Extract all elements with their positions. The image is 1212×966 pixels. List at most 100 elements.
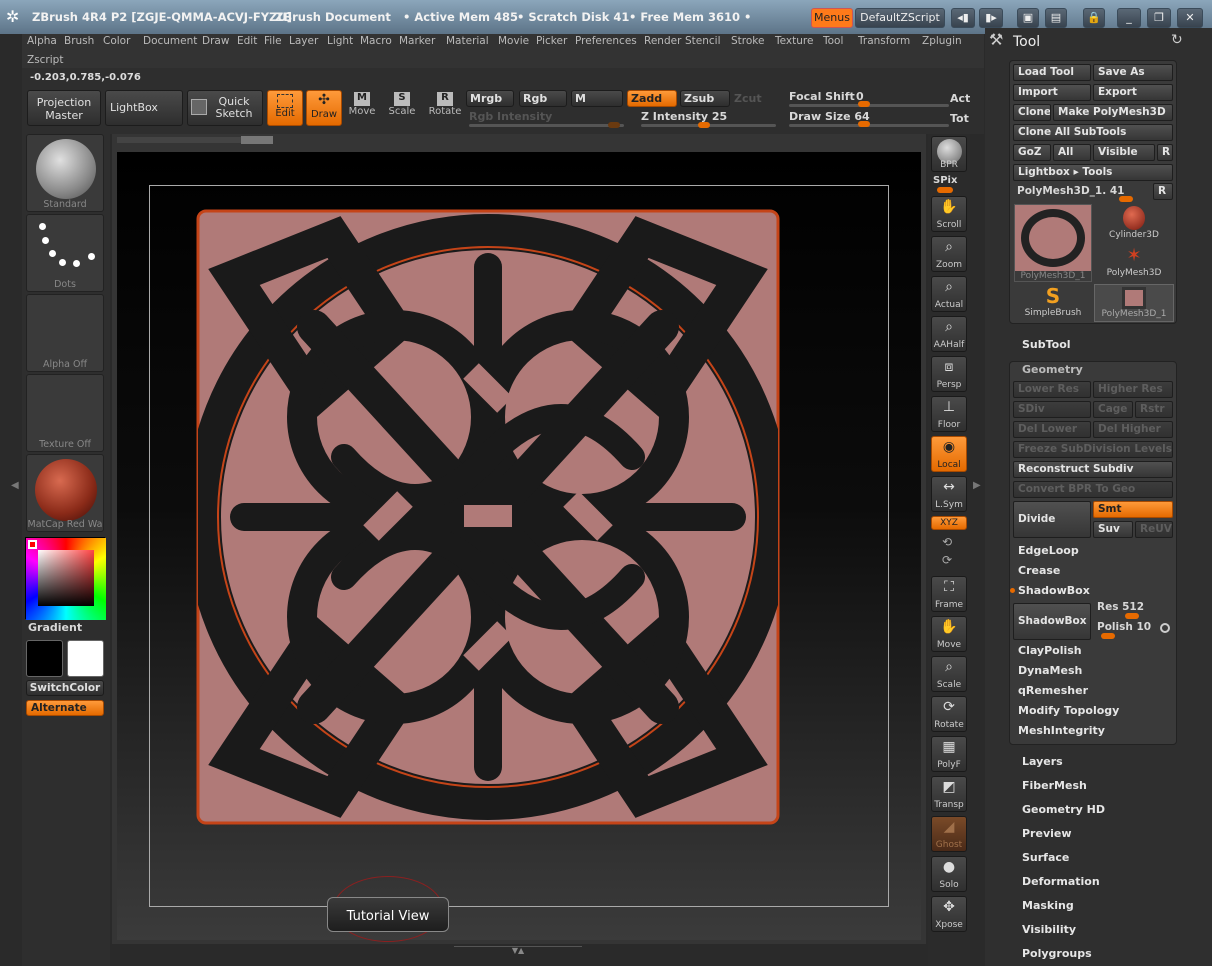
layout-icon-b[interactable]: ▤ xyxy=(1045,8,1067,28)
load-tool-button[interactable]: Load Tool xyxy=(1013,64,1091,81)
tool-thumb-polymesh[interactable]: ✶ PolyMesh3D xyxy=(1094,244,1174,282)
tool-thumb-polymesh-active[interactable]: PolyMesh3D_1 xyxy=(1014,204,1092,282)
meshintegrity-section[interactable]: MeshIntegrity xyxy=(1018,724,1105,737)
menu-material[interactable]: Material xyxy=(446,35,489,47)
res-slider[interactable]: Res 512 xyxy=(1097,601,1144,613)
import-button[interactable]: Import xyxy=(1013,84,1091,101)
polygroups-section[interactable]: Polygroups xyxy=(1022,947,1092,960)
visibility-section[interactable]: Visibility xyxy=(1022,923,1076,936)
menu-texture[interactable]: Texture xyxy=(775,35,813,47)
scale-button[interactable]: S Scale xyxy=(387,92,417,126)
menu-layer[interactable]: Layer xyxy=(289,35,318,47)
modify-topology-section[interactable]: Modify Topology xyxy=(1018,704,1119,717)
z-intensity-slider[interactable]: Z Intensity 25 xyxy=(641,110,727,123)
goz-all-button[interactable]: All xyxy=(1053,144,1091,161)
menu-transform[interactable]: Transform xyxy=(858,35,910,47)
brush-thumbnail[interactable]: Standard xyxy=(26,134,104,212)
crease-section[interactable]: Crease xyxy=(1018,564,1060,577)
menu-movie[interactable]: Movie xyxy=(498,35,529,47)
maximize-icon[interactable]: ❐ xyxy=(1147,8,1171,28)
left-tray-collapse-icon[interactable]: ◀ xyxy=(11,480,19,491)
projection-master-button[interactable]: Projection Master xyxy=(27,90,101,126)
celtic-knot-model[interactable] xyxy=(194,207,782,827)
claypolish-section[interactable]: ClayPolish xyxy=(1018,644,1082,657)
local-button[interactable]: ◉ Local xyxy=(931,436,967,472)
dynamesh-section[interactable]: DynaMesh xyxy=(1018,664,1082,677)
smt-toggle[interactable]: Smt xyxy=(1093,501,1173,518)
goz-button[interactable]: GoZ xyxy=(1013,144,1051,161)
rotate-button[interactable]: R Rotate xyxy=(427,92,463,126)
zsub-button[interactable]: Zsub xyxy=(680,90,730,107)
polish-slider[interactable]: Polish 10 xyxy=(1097,621,1151,633)
fibermesh-section[interactable]: FiberMesh xyxy=(1022,779,1087,792)
tool-thumb-cylinder[interactable]: Cylinder3D xyxy=(1094,204,1174,242)
menu-stroke[interactable]: Stroke xyxy=(731,35,764,47)
tutorial-view-button[interactable]: Tutorial View xyxy=(327,897,449,932)
rgb-intensity-track[interactable] xyxy=(469,124,624,127)
bottom-tray-toggle-icon[interactable]: ▼▲ xyxy=(454,946,582,955)
menu-tool[interactable]: Tool xyxy=(823,35,843,47)
clone-button[interactable]: Clone xyxy=(1013,104,1051,121)
menu-picker[interactable]: Picker xyxy=(536,35,567,47)
masking-section[interactable]: Masking xyxy=(1022,899,1074,912)
scroll-right-icon[interactable]: ▮▸ xyxy=(979,8,1003,28)
geometry-section[interactable]: Geometry xyxy=(1022,363,1083,376)
menu-file[interactable]: File xyxy=(264,35,282,47)
higher-res-button[interactable]: Higher Res xyxy=(1093,381,1173,398)
lock-icon[interactable]: 🔒 xyxy=(1083,8,1105,28)
gradient-label[interactable]: Gradient xyxy=(28,621,82,634)
menu-macro[interactable]: Macro xyxy=(360,35,392,47)
move-view-button[interactable]: ✋ Move xyxy=(931,616,967,652)
zoom-button[interactable]: ⌕ Zoom xyxy=(931,236,967,272)
menu-marker[interactable]: Marker xyxy=(399,35,435,47)
bpr-button[interactable]: BPR xyxy=(931,136,967,172)
draw-button[interactable]: ✣ Draw xyxy=(306,90,342,126)
reconstruct-subdiv-button[interactable]: Reconstruct Subdiv xyxy=(1013,461,1173,478)
document-canvas[interactable] xyxy=(117,152,921,940)
current-tool-knob[interactable] xyxy=(1119,196,1133,202)
qremesher-section[interactable]: qRemesher xyxy=(1018,684,1088,697)
xpose-button[interactable]: ✥ Xpose xyxy=(931,896,967,932)
transp-button[interactable]: ◩ Transp xyxy=(931,776,967,812)
lightbox-tools-button[interactable]: Lightbox ▸ Tools xyxy=(1013,164,1173,181)
texture-thumbnail[interactable]: Texture Off xyxy=(26,374,104,452)
cage-button[interactable]: Cage xyxy=(1093,401,1133,418)
rotate-z-icon[interactable]: ⟳ xyxy=(942,553,952,567)
alpha-thumbnail[interactable]: Alpha Off xyxy=(26,294,104,372)
menu-zplugin[interactable]: Zplugin xyxy=(922,35,962,47)
rotate-view-button[interactable]: ⟳ Rotate xyxy=(931,696,967,732)
current-tool-slider[interactable]: PolyMesh3D_1. 41 xyxy=(1017,185,1124,197)
convert-bpr-button[interactable]: Convert BPR To Geo xyxy=(1013,481,1173,498)
right-tray-collapse-icon[interactable]: ▶ xyxy=(973,480,981,491)
menu-document[interactable]: Document xyxy=(143,35,197,47)
rgb-intensity-slider[interactable]: Rgb Intensity xyxy=(469,110,552,123)
shadowbox-section[interactable]: ShadowBox xyxy=(1018,584,1090,597)
freeze-subdivision-button[interactable]: Freeze SubDivision Levels xyxy=(1013,441,1173,458)
switchcolor-button[interactable]: SwitchColor xyxy=(26,680,104,696)
del-higher-button[interactable]: Del Higher xyxy=(1093,421,1173,438)
clone-all-subtools-button[interactable]: Clone All SubTools xyxy=(1013,124,1173,141)
reuv-button[interactable]: ReUV xyxy=(1135,521,1173,538)
menu-alpha[interactable]: Alpha xyxy=(27,35,57,47)
edit-button[interactable]: Edit xyxy=(267,90,303,126)
menu-edit[interactable]: Edit xyxy=(237,35,257,47)
sdiv-slider[interactable]: SDiv xyxy=(1013,401,1091,418)
menu-brush[interactable]: Brush xyxy=(64,35,94,47)
lsym-button[interactable]: ↔ L.Sym xyxy=(931,476,967,512)
floor-button[interactable]: ⊥ Floor xyxy=(931,396,967,432)
surface-section[interactable]: Surface xyxy=(1022,851,1069,864)
polyf-button[interactable]: ▦ PolyF xyxy=(931,736,967,772)
shadowbox-button[interactable]: ShadowBox xyxy=(1013,603,1091,640)
subtool-section[interactable]: SubTool xyxy=(1022,338,1071,351)
divide-button[interactable]: Divide xyxy=(1013,501,1091,538)
menu-zscript[interactable]: Zscript xyxy=(27,54,63,66)
layers-section[interactable]: Layers xyxy=(1022,755,1063,768)
menu-draw[interactable]: Draw xyxy=(202,35,229,47)
del-lower-button[interactable]: Del Lower xyxy=(1013,421,1091,438)
saturation-square[interactable] xyxy=(38,550,94,606)
rstr-button[interactable]: Rstr xyxy=(1135,401,1173,418)
ghost-button[interactable]: ◢ Ghost xyxy=(931,816,967,852)
goz-visible-button[interactable]: Visible xyxy=(1093,144,1155,161)
stroke-thumbnail[interactable]: Dots xyxy=(26,214,104,292)
persp-button[interactable]: ⧈ Persp xyxy=(931,356,967,392)
